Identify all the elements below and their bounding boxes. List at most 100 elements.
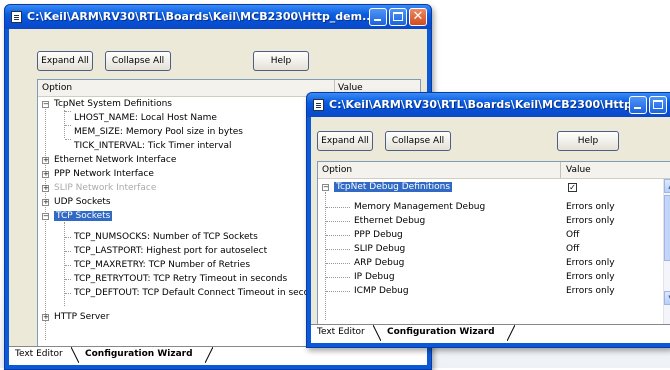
minimize-button[interactable] — [629, 96, 647, 114]
tree-item-label: PPP Debug — [354, 230, 403, 240]
expand-icon[interactable]: + — [42, 157, 49, 164]
tab-divider — [205, 347, 213, 363]
scroll-up-icon[interactable]: ▲ — [664, 179, 670, 193]
back-window-title: C:\Keil\ARM\RV30\RTL\Boards\Keil\MCB2300… — [27, 10, 375, 23]
minimize-button[interactable] — [369, 8, 387, 26]
tab-divider — [71, 347, 79, 363]
tree-item[interactable]: MEM_SIZE: Memory Pool size in bytes — [74, 125, 243, 139]
option-value[interactable]: Errors only — [566, 270, 615, 284]
option-value[interactable]: Off — [566, 228, 579, 242]
tree-item-label: LHOST_NAME: Local Host Name — [74, 113, 217, 123]
tree-item-label: SLIP Debug — [354, 244, 406, 254]
option-column-header[interactable]: Option — [322, 165, 352, 175]
maximize-icon — [653, 100, 663, 109]
tab-text-editor[interactable]: Text Editor — [311, 325, 371, 341]
tab-configuration-wizard[interactable]: Configuration Wizard — [79, 347, 199, 363]
tree-item[interactable]: ARP Debug — [354, 256, 404, 270]
tree-item-label: TCP_RETRYTOUT: TCP Retry Timeout in seco… — [74, 274, 288, 284]
scroll-thumb[interactable] — [664, 195, 670, 261]
tree-item-label: TcpNet Debug Definitions — [334, 182, 453, 192]
tree-item[interactable]: TCP_NUMSOCKS: Number of TCP Sockets — [74, 230, 258, 244]
tree-item-label: TCP Sockets — [54, 211, 113, 221]
tree-item-label: TcpNet System Definitions — [54, 99, 172, 109]
expand-all-button[interactable]: Expand All — [317, 131, 373, 151]
tree-item[interactable]: + PPP Network Interface — [42, 167, 154, 181]
tree-item-label: ICMP Debug — [354, 286, 409, 296]
front-window: C:\Keil\ARM\RV30\RTL\Boards\Keil\MCB2300… — [306, 92, 670, 348]
tree-item-selected[interactable]: − TCP Sockets — [42, 209, 113, 223]
maximize-button[interactable] — [649, 96, 667, 114]
collapse-icon[interactable]: − — [322, 184, 329, 191]
expand-icon[interactable]: + — [42, 199, 49, 206]
tree-item[interactable]: + UDP Sockets — [42, 195, 111, 209]
maximize-icon — [393, 12, 403, 21]
front-tab-bar: Text Editor Configuration Wizard — [311, 324, 670, 343]
front-grid-header: Option Value — [318, 162, 670, 179]
tab-divider — [373, 325, 381, 341]
tree-item-label: SLIP Network Interface — [54, 183, 157, 193]
tree-item-selected[interactable]: − TcpNet Debug Definitions — [322, 180, 453, 194]
expand-icon[interactable]: + — [42, 171, 49, 178]
tree-item-label: MEM_SIZE: Memory Pool size in bytes — [74, 127, 243, 137]
collapse-icon[interactable]: − — [42, 213, 49, 220]
tree-item-label: HTTP Server — [54, 312, 110, 322]
front-client-area: Expand All Collapse All Help Option Valu… — [311, 117, 670, 343]
tree-item[interactable]: Ethernet Debug — [354, 214, 425, 228]
tree-item[interactable]: IP Debug — [354, 270, 395, 284]
front-titlebar[interactable]: C:\Keil\ARM\RV30\RTL\Boards\Keil\MCB2300… — [307, 93, 670, 117]
tree-item[interactable]: TCP_DEFTOUT: TCP Default Connect Timeout… — [74, 286, 325, 300]
option-value[interactable]: Errors only — [566, 284, 615, 298]
close-button[interactable]: ✕ — [409, 8, 427, 26]
tree-item-label: TCP_DEFTOUT: TCP Default Connect Timeout… — [74, 288, 326, 298]
option-value[interactable]: Off — [566, 242, 579, 256]
tree-item-label: TCP_MAXRETRY: TCP Number of Retries — [74, 260, 251, 270]
document-icon — [11, 11, 22, 23]
scroll-down-icon[interactable]: ▼ — [664, 291, 670, 305]
tree-item[interactable]: TICK_INTERVAL: Tick Timer interval — [74, 139, 231, 153]
tree-item-label: IP Debug — [354, 272, 395, 282]
tree-item-label: Memory Management Debug — [354, 202, 486, 212]
front-vertical-scrollbar[interactable]: ▲ ▼ — [663, 179, 670, 327]
tree-item[interactable]: ICMP Debug — [354, 284, 409, 298]
tree-item[interactable]: − TcpNet System Definitions — [42, 97, 172, 111]
back-tab-bar: Text Editor Configuration Wizard — [9, 346, 427, 365]
option-value[interactable]: Errors only — [566, 214, 615, 228]
option-column-header[interactable]: Option — [42, 83, 72, 93]
minimize-icon — [634, 107, 641, 109]
expand-icon[interactable]: + — [42, 314, 49, 321]
tree-item[interactable]: PPP Debug — [354, 228, 403, 242]
tab-text-editor[interactable]: Text Editor — [9, 347, 69, 363]
option-value[interactable]: Errors only — [566, 256, 615, 270]
front-option-grid[interactable]: Option Value − TcpNet Debug Definitions … — [317, 161, 670, 329]
value-column-header[interactable]: Value — [566, 165, 591, 175]
tab-configuration-wizard[interactable]: Configuration Wizard — [381, 325, 501, 341]
tree-item-label: UDP Sockets — [54, 197, 111, 207]
tree-item-label: PPP Network Interface — [54, 169, 154, 179]
tree-item-label: Ethernet Network Interface — [54, 155, 177, 165]
tree-item[interactable]: TCP_RETRYTOUT: TCP Retry Timeout in seco… — [74, 272, 287, 286]
tree-item[interactable]: SLIP Debug — [354, 242, 405, 256]
tree-item[interactable]: LHOST_NAME: Local Host Name — [74, 111, 217, 125]
collapse-icon[interactable]: − — [42, 101, 49, 108]
tree-item[interactable]: + Ethernet Network Interface — [42, 153, 176, 167]
debug-enable-checkbox[interactable]: ✓ — [568, 183, 577, 192]
expand-all-button[interactable]: Expand All — [37, 51, 93, 71]
tree-item[interactable]: Memory Management Debug — [354, 200, 485, 214]
collapse-all-button[interactable]: Collapse All — [385, 131, 451, 151]
expand-icon[interactable]: + — [42, 185, 49, 192]
tree-item[interactable]: + HTTP Server — [42, 310, 109, 324]
tree-item[interactable]: TCP_MAXRETRY: TCP Number of Retries — [74, 258, 250, 272]
option-value[interactable]: Errors only — [566, 200, 615, 214]
tree-item[interactable]: TCP_LASTPORT: Highest port for autoselec… — [74, 244, 267, 258]
collapse-all-button[interactable]: Collapse All — [105, 51, 171, 71]
tree-item-label: TICK_INTERVAL: Tick Timer interval — [74, 141, 232, 151]
help-button[interactable]: Help — [253, 51, 309, 71]
tab-divider — [507, 325, 515, 341]
tree-item-label: TCP_NUMSOCKS: Number of TCP Sockets — [74, 232, 258, 242]
help-button[interactable]: Help — [557, 131, 619, 151]
maximize-button[interactable] — [389, 8, 407, 26]
tree-item-label: TCP_LASTPORT: Highest port for autoselec… — [74, 246, 268, 256]
back-titlebar[interactable]: C:\Keil\ARM\RV30\RTL\Boards\Keil\MCB2300… — [5, 5, 431, 29]
tree-item-disabled[interactable]: + SLIP Network Interface — [42, 181, 156, 195]
close-icon: ✕ — [412, 9, 424, 24]
